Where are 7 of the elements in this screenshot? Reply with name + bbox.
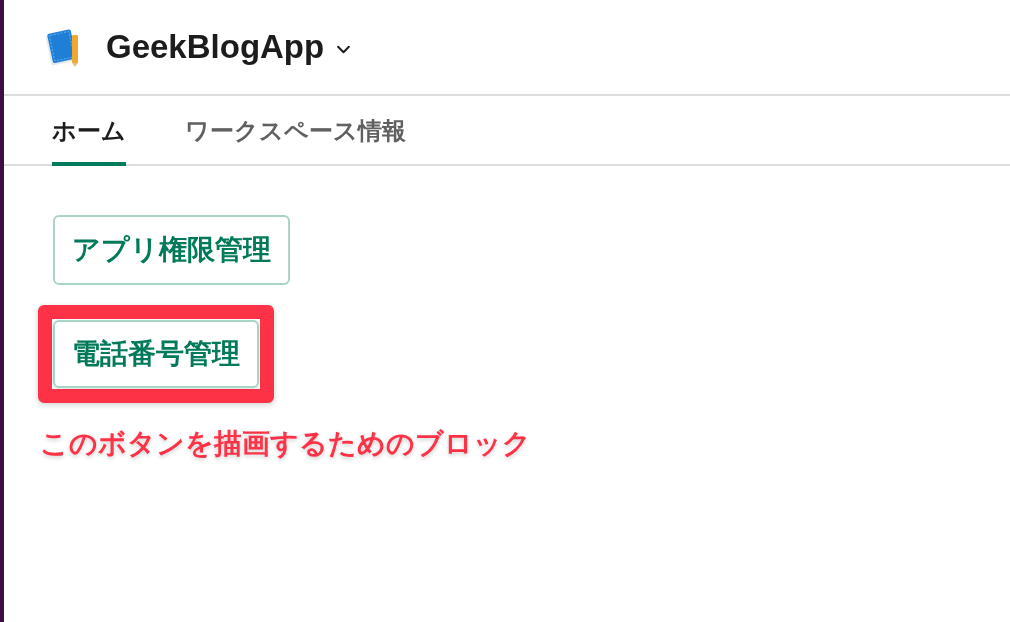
tab[interactable]: ホーム	[52, 96, 126, 166]
action-button[interactable]: アプリ権限管理	[53, 215, 290, 285]
annotation-text: このボタンを描画するためのブロック	[40, 426, 531, 462]
tab[interactable]: ワークスペース情報	[185, 96, 406, 166]
action-button[interactable]: 電話番号管理	[53, 320, 259, 388]
chevron-down-icon	[336, 44, 352, 54]
app-menu-button[interactable]: GeekBlogApp	[106, 28, 352, 66]
